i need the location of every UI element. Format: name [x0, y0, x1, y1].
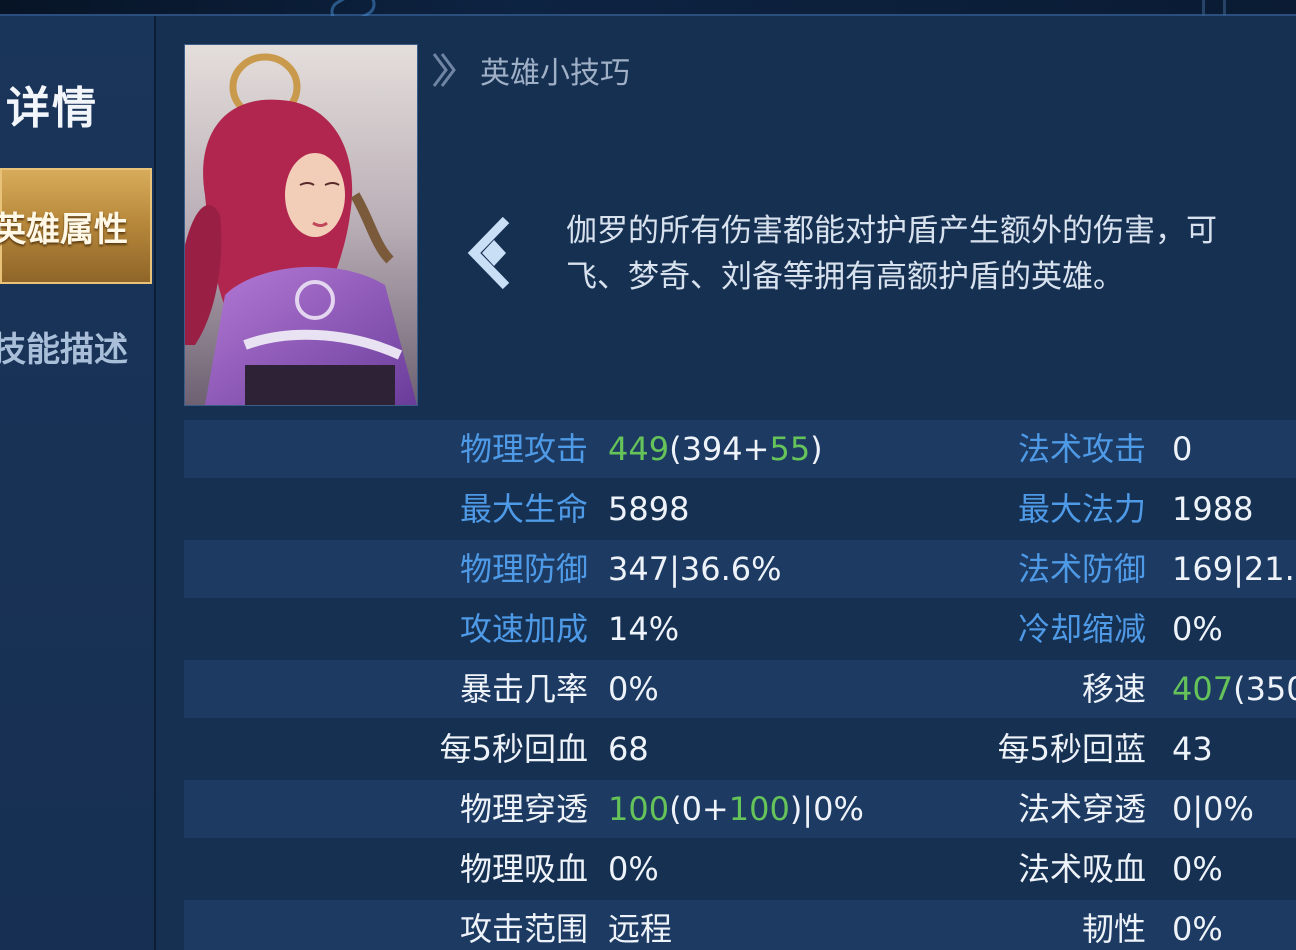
stat-value-crit-rate: 0% — [608, 670, 659, 708]
stat-label-attack-range: 攻击范围 — [459, 910, 588, 948]
stat-value-max-hp: 5898 — [608, 490, 690, 528]
hero-portrait — [184, 44, 418, 406]
tab-hero-attributes[interactable]: 英雄属性 — [0, 168, 152, 284]
tip-line-1: 伽罗的所有伤害都能对护盾产生额外的伤害，可 — [566, 213, 1217, 249]
stats-row: 每5秒回血 68 每5秒回蓝 43 — [184, 720, 1296, 778]
tip-text: 伽罗的所有伤害都能对护盾产生额外的伤害，可 飞、梦奇、刘备等拥有高额护盾的英雄。 — [566, 208, 1296, 308]
chevron-right-icon — [432, 53, 456, 87]
stat-value-cooldown-reduction: 0% — [1172, 610, 1223, 648]
stat-value-attack-speed: 14% — [608, 610, 680, 648]
stat-value-magic-attack: 0 — [1172, 430, 1193, 468]
stats-table: 物理攻击 449(394+55) 法术攻击 0 最大生命 5898 最大法力 1… — [184, 420, 1296, 950]
stats-row: 物理攻击 449(394+55) 法术攻击 0 — [184, 420, 1296, 478]
stat-label-magic-lifesteal: 法术吸血 — [1017, 850, 1146, 888]
stat-value-max-mana: 1988 — [1172, 490, 1254, 528]
stat-label-tenacity: 韧性 — [1081, 910, 1146, 948]
stat-value-magic-lifesteal: 0% — [1172, 850, 1223, 888]
stat-label-physical-defense: 物理防御 — [459, 550, 588, 588]
tips-title: 英雄小技巧 — [480, 56, 630, 91]
stat-value-mana-regen: 43 — [1172, 730, 1213, 768]
stat-label-hp-regen: 每5秒回血 — [439, 730, 588, 768]
stat-value-physical-attack: 449(394+55) — [608, 430, 823, 468]
stats-row: 物理穿透 100(0+100)|0% 法术穿透 0|0% — [184, 780, 1296, 838]
hero-portrait-image — [185, 45, 417, 405]
chevron-left-icon[interactable] — [466, 216, 524, 290]
tab-hero-attributes-label: 英雄属性 — [0, 209, 128, 250]
stat-value-hp-regen: 68 — [608, 730, 649, 768]
stat-label-physical-attack: 物理攻击 — [459, 430, 588, 468]
stat-value-move-speed: 407(350 — [1172, 670, 1296, 708]
stat-label-cooldown-reduction: 冷却缩减 — [1017, 610, 1146, 648]
stats-row: 物理防御 347|36.6% 法术防御 169|21.9 — [184, 540, 1296, 598]
stat-label-magic-defense: 法术防御 — [1017, 550, 1146, 588]
stats-row: 物理吸血 0% 法术吸血 0% — [184, 840, 1296, 898]
top-strip — [0, 0, 1296, 32]
stat-label-physical-lifesteal: 物理吸血 — [459, 850, 588, 888]
stats-row: 攻击范围 远程 韧性 0% — [184, 900, 1296, 950]
stat-label-attack-speed: 攻速加成 — [459, 610, 588, 648]
stat-label-max-mana: 最大法力 — [1017, 490, 1146, 528]
stat-label-magic-penetration: 法术穿透 — [1017, 790, 1146, 828]
stats-row: 最大生命 5898 最大法力 1988 — [184, 480, 1296, 538]
tab-skill-description[interactable]: 技能描述 — [0, 288, 152, 404]
tab-skill-description-label: 技能描述 — [0, 329, 128, 370]
stat-label-move-speed: 移速 — [1081, 670, 1146, 708]
stat-label-magic-attack: 法术攻击 — [1017, 430, 1146, 468]
sidebar-title: 详情 — [6, 83, 98, 134]
stats-row: 暴击几率 0% 移速 407(350 — [184, 660, 1296, 718]
tips-header: 英雄小技巧 — [430, 48, 630, 92]
stat-value-tenacity: 0% — [1172, 910, 1223, 948]
stat-value-physical-penetration: 100(0+100)|0% — [608, 790, 864, 828]
stat-label-physical-penetration: 物理穿透 — [459, 790, 588, 828]
stat-label-mana-regen: 每5秒回蓝 — [997, 730, 1146, 768]
tip-line-2: 飞、梦奇、刘备等拥有高额护盾的英雄。 — [566, 259, 1124, 295]
stat-value-physical-lifesteal: 0% — [608, 850, 659, 888]
stat-label-crit-rate: 暴击几率 — [459, 670, 588, 708]
sidebar: 详情 英雄属性 技能描述 — [0, 16, 156, 950]
stats-row: 攻速加成 14% 冷却缩减 0% — [184, 600, 1296, 658]
stat-value-magic-defense: 169|21.9 — [1172, 550, 1296, 588]
stat-value-physical-defense: 347|36.6% — [608, 550, 782, 588]
stat-value-magic-penetration: 0|0% — [1172, 790, 1254, 828]
stat-label-max-hp: 最大生命 — [459, 490, 588, 528]
stat-value-attack-range: 远程 — [608, 910, 673, 948]
